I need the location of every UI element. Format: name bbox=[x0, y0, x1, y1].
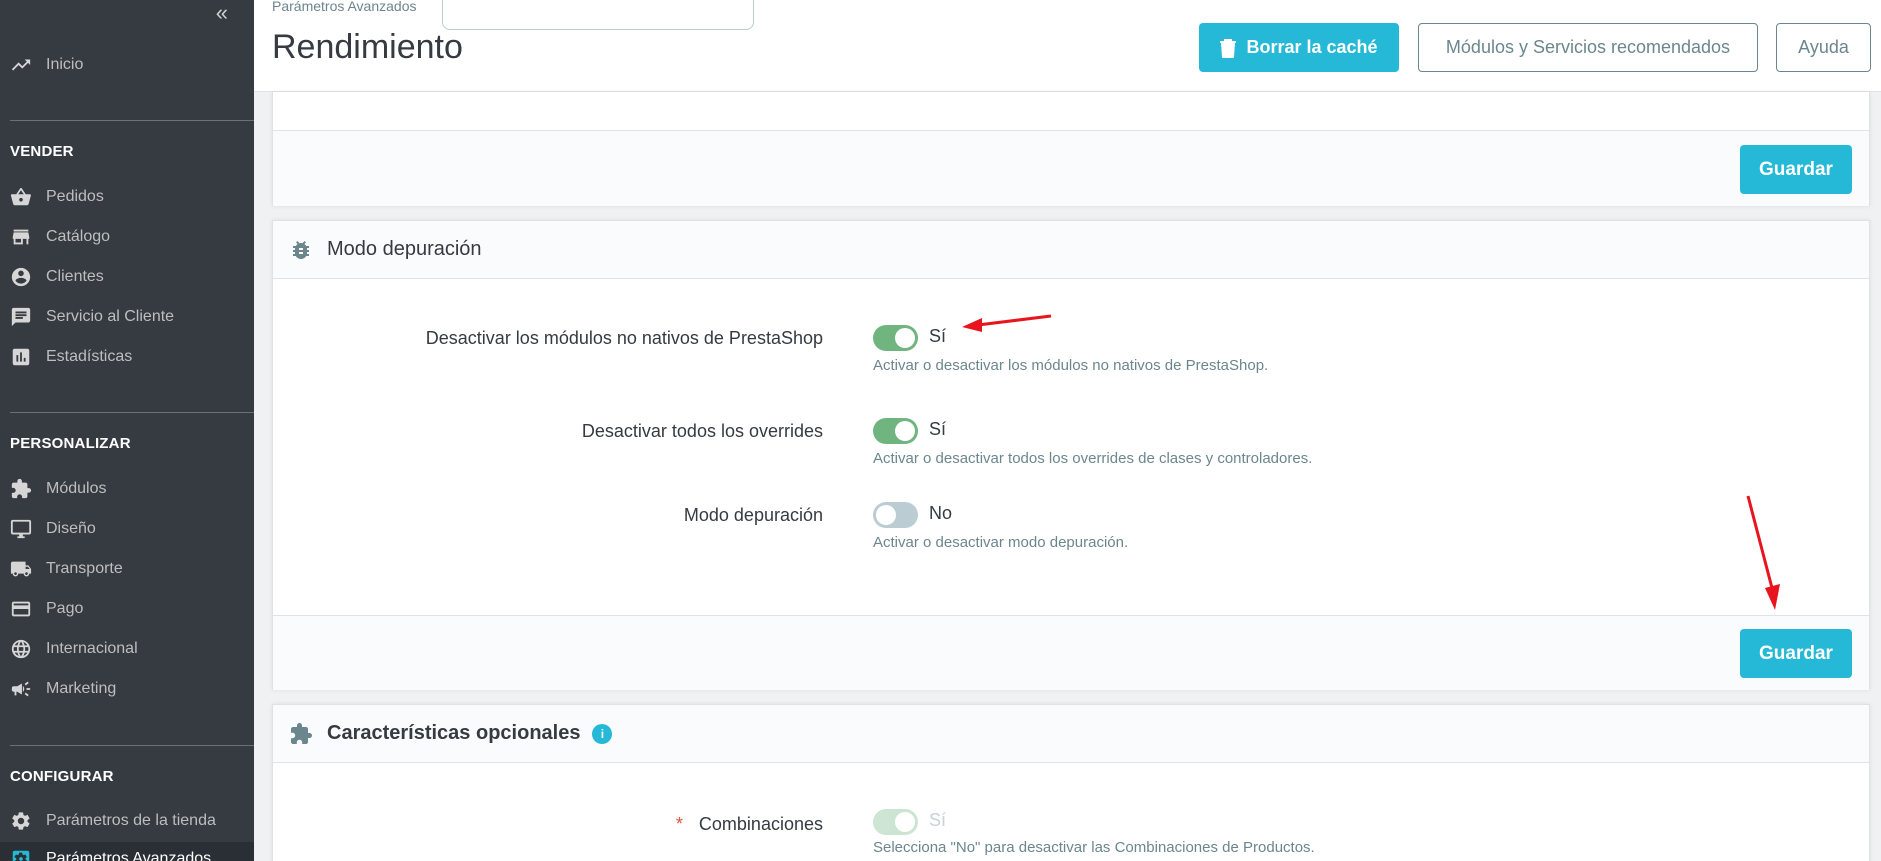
toggle-combinations[interactable] bbox=[873, 809, 918, 835]
collapse-sidebar-icon[interactable]: « bbox=[216, 2, 228, 24]
section-personalizar: PERSONALIZAR bbox=[10, 435, 131, 452]
panel-footer: Guardar bbox=[273, 130, 1869, 206]
info-icon[interactable]: i bbox=[592, 723, 613, 744]
previous-panel: Guardar bbox=[272, 92, 1870, 206]
optional-features-panel: Características opcionales i * Combinacio… bbox=[272, 704, 1870, 861]
sidebar-item-label: Parámetros de la tienda bbox=[46, 812, 216, 829]
clear-cache-label: Borrar la caché bbox=[1246, 37, 1378, 57]
sidebar-item-clientes[interactable]: Clientes bbox=[0, 260, 254, 294]
sidebar-item-label: Marketing bbox=[46, 680, 117, 697]
toggle-knob bbox=[895, 421, 915, 441]
page-title: Rendimiento bbox=[272, 28, 463, 66]
trash-icon bbox=[1220, 38, 1237, 58]
truck-icon bbox=[10, 561, 32, 577]
sidebar-item-diseno[interactable]: Diseño bbox=[0, 512, 254, 546]
toggle-debug-mode[interactable] bbox=[873, 502, 918, 528]
sidebar-item-label: Estadísticas bbox=[46, 348, 133, 365]
sidebar-item-label: Pedidos bbox=[46, 188, 104, 205]
sidebar-item-parametros-avanzados[interactable]: Parámetros Avanzados bbox=[0, 842, 254, 861]
toggle-value: Sí bbox=[929, 419, 947, 439]
credit-card-icon bbox=[11, 601, 31, 617]
chat-icon bbox=[11, 307, 31, 327]
help-text: Selecciona "No" para desactivar las Comb… bbox=[873, 839, 1315, 856]
section-vender: VENDER bbox=[10, 143, 74, 160]
basket-icon bbox=[10, 187, 31, 206]
sidebar-divider bbox=[10, 412, 254, 413]
toggle-value: Sí bbox=[929, 326, 947, 346]
toggle-disable-non-native-modules[interactable] bbox=[873, 325, 918, 351]
annotation-arrow-icon bbox=[1746, 495, 1780, 610]
puzzle-icon bbox=[291, 722, 312, 744]
sidebar-divider bbox=[10, 120, 254, 121]
trending-up-icon bbox=[11, 59, 31, 71]
sidebar-item-label: Servicio al Cliente bbox=[46, 308, 175, 325]
breadcrumb[interactable]: Parámetros Avanzados bbox=[272, 0, 417, 14]
field-label: Modo depuración bbox=[683, 505, 823, 525]
sidebar-item-internacional[interactable]: Internacional bbox=[0, 632, 254, 666]
desktop-icon bbox=[10, 519, 32, 539]
sidebar-item-parametros-tienda[interactable]: Parámetros de la tienda bbox=[0, 804, 254, 838]
help-text: Activar o desactivar modo depuración. bbox=[873, 534, 1129, 551]
sidebar-item-label: Diseño bbox=[46, 520, 96, 537]
panel-title: Modo depuración bbox=[327, 238, 482, 260]
save-button[interactable]: Guardar bbox=[1740, 145, 1852, 194]
sidebar-item-modulos[interactable]: Módulos bbox=[0, 472, 254, 506]
settings-applications-icon bbox=[12, 850, 30, 861]
sidebar-item-pago[interactable]: Pago bbox=[0, 592, 254, 626]
toggle-knob bbox=[895, 812, 915, 832]
field-label: * Combinaciones bbox=[273, 811, 823, 838]
panel-header: Características opcionales i bbox=[273, 705, 1869, 763]
breadcrumb-tab-box bbox=[442, 0, 754, 30]
help-text: Activar o desactivar todos los overrides… bbox=[873, 450, 1313, 467]
bug-icon bbox=[293, 240, 309, 259]
sidebar-item-label: Transporte bbox=[46, 560, 123, 577]
sidebar-item-label: Clientes bbox=[46, 268, 104, 285]
toggle-disable-overrides[interactable] bbox=[873, 418, 918, 444]
toggle-knob bbox=[876, 505, 896, 525]
toggle-knob bbox=[895, 328, 915, 348]
field-label: Desactivar los módulos no nativos de Pre… bbox=[425, 328, 823, 348]
toggle-value: No bbox=[929, 503, 953, 523]
megaphone-icon bbox=[11, 681, 31, 697]
sidebar-item-servicio[interactable]: Servicio al Cliente bbox=[0, 300, 254, 334]
save-button[interactable]: Guardar bbox=[1740, 629, 1852, 678]
panel-footer: Guardar bbox=[273, 615, 1869, 690]
sidebar-item-label: Parámetros Avanzados bbox=[46, 850, 212, 861]
puzzle-icon bbox=[11, 478, 32, 499]
help-button[interactable]: Ayuda bbox=[1776, 23, 1871, 72]
account-circle-icon bbox=[11, 267, 31, 287]
globe-icon bbox=[11, 639, 31, 659]
panel-header: Modo depuración bbox=[273, 221, 1869, 279]
sidebar-item-label: Módulos bbox=[46, 480, 107, 497]
sidebar-item-estadisticas[interactable]: Estadísticas bbox=[0, 340, 254, 374]
field-label: Desactivar todos los overrides bbox=[581, 421, 823, 441]
sidebar-divider bbox=[10, 745, 254, 746]
sidebar-item-catalogo[interactable]: Catálogo bbox=[0, 220, 254, 254]
sidebar-item-marketing[interactable]: Marketing bbox=[0, 672, 254, 706]
store-icon bbox=[12, 229, 30, 245]
sidebar-item-transporte[interactable]: Transporte bbox=[0, 552, 254, 586]
sidebar-item-label: Internacional bbox=[46, 640, 138, 657]
section-configurar: CONFIGURAR bbox=[10, 768, 114, 785]
panel-title: Características opcionales bbox=[327, 722, 581, 744]
settings-icon bbox=[12, 812, 30, 830]
sidebar-item-label: Pago bbox=[46, 600, 84, 617]
recommended-modules-button[interactable]: Módulos y Servicios recomendados bbox=[1418, 23, 1758, 72]
annotation-arrow-icon bbox=[962, 314, 1052, 332]
field-label-text: Combinaciones bbox=[698, 814, 823, 834]
page-header: Parámetros Avanzados Rendimiento Borrar … bbox=[254, 0, 1881, 92]
help-text: Activar o desactivar los módulos no nati… bbox=[873, 357, 1269, 374]
sidebar: « Inicio VENDER Pedidos Catálogo Cliente… bbox=[0, 0, 254, 861]
sidebar-item-label: Catálogo bbox=[46, 228, 111, 245]
clear-cache-button[interactable]: Borrar la caché bbox=[1199, 23, 1399, 72]
debug-mode-panel: Modo depuración Desactivar los módulos n… bbox=[272, 220, 1870, 690]
toggle-value: Sí bbox=[929, 810, 947, 830]
bar-chart-icon bbox=[12, 348, 30, 366]
sidebar-item-pedidos[interactable]: Pedidos bbox=[0, 180, 254, 214]
sidebar-item-label: Inicio bbox=[46, 56, 84, 73]
required-marker: * bbox=[675, 814, 683, 834]
sidebar-item-inicio[interactable]: Inicio bbox=[0, 48, 254, 82]
